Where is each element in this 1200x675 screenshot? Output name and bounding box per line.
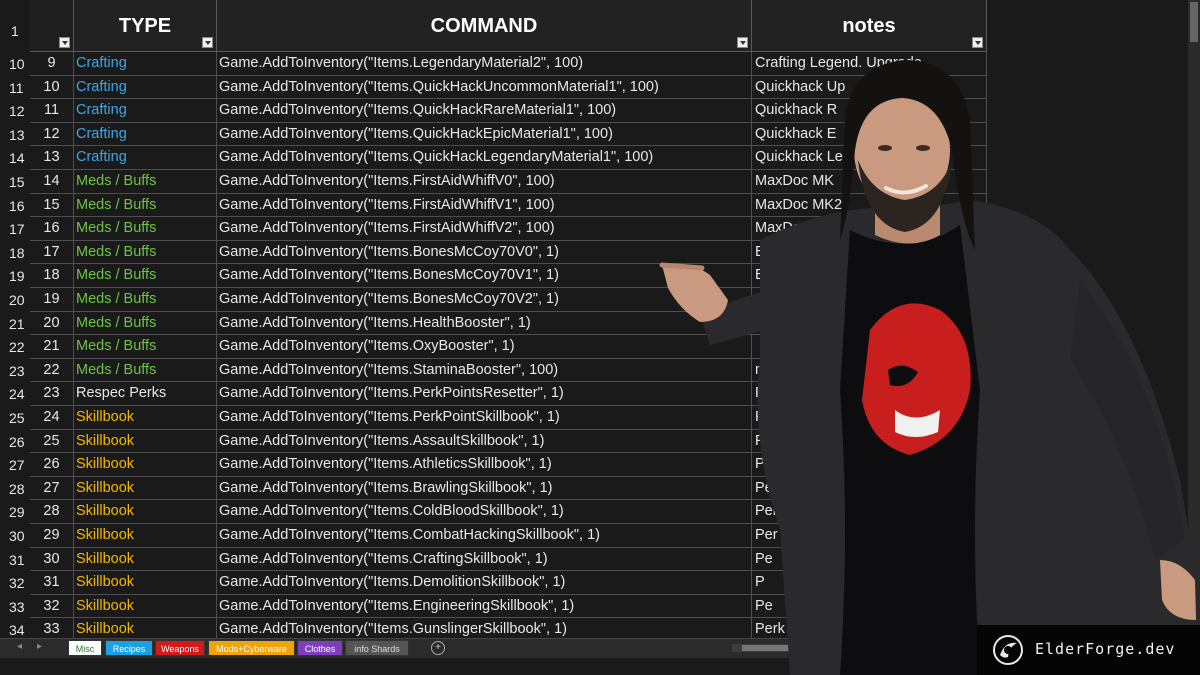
index-cell[interactable]: 17	[30, 240, 74, 265]
type-cell[interactable]: Respec Perks	[74, 382, 217, 406]
sheet-tab[interactable]: Clothes	[297, 640, 343, 656]
row-number[interactable]: 24	[0, 382, 30, 406]
row-number[interactable]: 20	[0, 288, 30, 312]
sheet-tab[interactable]: Misc	[68, 640, 102, 656]
type-cell[interactable]: Skillbook	[74, 500, 217, 524]
type-column-header[interactable]: TYPE	[74, 0, 217, 52]
type-cell[interactable]: Skillbook	[74, 429, 217, 454]
next-sheet-icon[interactable]: ▸	[37, 641, 42, 652]
row-number[interactable]: 22	[0, 335, 30, 359]
row-number[interactable]: 14	[0, 146, 30, 170]
type-cell[interactable]: Meds / Buffs	[74, 288, 217, 312]
type-cell[interactable]: Crafting	[74, 75, 217, 100]
index-cell[interactable]: 19	[30, 288, 74, 312]
type-header-label: TYPE	[118, 15, 172, 37]
index-cell[interactable]: 28	[30, 500, 74, 524]
index-cell[interactable]: 16	[30, 217, 74, 241]
type-cell[interactable]: Skillbook	[74, 547, 217, 572]
notes-header-label: notes	[842, 15, 896, 37]
watermark: ElderForge.dev	[977, 625, 1200, 675]
sheet-tab[interactable]: info Shards	[345, 640, 409, 656]
row-number[interactable]: 18	[0, 240, 30, 265]
filter-dropdown-icon[interactable]	[59, 37, 70, 48]
row-number[interactable]: 23	[0, 358, 30, 383]
index-cell[interactable]: 18	[30, 264, 74, 288]
row-number[interactable]: 27	[0, 453, 30, 477]
row-number[interactable]: 19	[0, 264, 30, 288]
row-number[interactable]: 30	[0, 524, 30, 548]
sheet-tab[interactable]: Recipes	[105, 640, 153, 656]
type-cell[interactable]: Skillbook	[74, 476, 217, 501]
watermark-text: ElderForge.dev	[1035, 640, 1176, 658]
command-column-header[interactable]: COMMAND	[217, 0, 752, 52]
index-cell[interactable]: 27	[30, 476, 74, 501]
type-cell[interactable]: Meds / Buffs	[74, 170, 217, 194]
row-number[interactable]: 33	[0, 594, 30, 619]
filter-dropdown-icon[interactable]	[972, 37, 983, 48]
row-number[interactable]: 11	[0, 75, 30, 100]
row-number[interactable]: 17	[0, 217, 30, 241]
row-number[interactable]: 28	[0, 476, 30, 501]
type-cell[interactable]: Skillbook	[74, 406, 217, 430]
index-cell[interactable]: 24	[30, 406, 74, 430]
index-cell[interactable]: 29	[30, 524, 74, 548]
type-cell[interactable]: Crafting	[74, 52, 217, 76]
row-number[interactable]: 10	[0, 52, 30, 76]
person-overlay-image	[659, 60, 1200, 675]
index-cell[interactable]: 30	[30, 547, 74, 572]
row-number[interactable]: 31	[0, 547, 30, 572]
row-number[interactable]: 12	[0, 99, 30, 123]
row-number[interactable]: 16	[0, 193, 30, 218]
sheet-tab[interactable]: Mods+Cyberware	[208, 640, 295, 656]
index-cell[interactable]: 22	[30, 358, 74, 383]
row-number[interactable]: 32	[0, 571, 30, 595]
sheet-tab[interactable]: Weapons	[155, 640, 205, 656]
type-cell[interactable]: Skillbook	[74, 571, 217, 595]
type-cell[interactable]: Meds / Buffs	[74, 193, 217, 218]
type-cell[interactable]: Meds / Buffs	[74, 358, 217, 383]
index-cell[interactable]: 14	[30, 170, 74, 194]
index-cell[interactable]: 11	[30, 99, 74, 123]
type-cell[interactable]: Meds / Buffs	[74, 240, 217, 265]
index-cell[interactable]: 20	[30, 311, 74, 336]
type-cell[interactable]: Crafting	[74, 99, 217, 123]
type-cell[interactable]: Crafting	[74, 122, 217, 147]
type-cell[interactable]: Skillbook	[74, 453, 217, 477]
type-cell[interactable]: Meds / Buffs	[74, 264, 217, 288]
index-cell[interactable]: 10	[30, 75, 74, 100]
add-sheet-icon[interactable]: +	[431, 641, 445, 655]
elderforge-logo-icon	[993, 635, 1023, 665]
index-cell[interactable]: 31	[30, 571, 74, 595]
index-cell[interactable]: 26	[30, 453, 74, 477]
row-number[interactable]: 25	[0, 406, 30, 430]
prev-sheet-icon[interactable]: ◂	[17, 641, 22, 652]
command-header-label: COMMAND	[430, 15, 538, 37]
filter-dropdown-icon[interactable]	[737, 37, 748, 48]
index-cell[interactable]: 9	[30, 52, 74, 76]
index-cell[interactable]: 25	[30, 429, 74, 454]
index-cell[interactable]: 32	[30, 594, 74, 619]
notes-column-header[interactable]: notes	[752, 0, 987, 52]
index-column-header[interactable]	[30, 0, 74, 52]
index-cell[interactable]: 13	[30, 146, 74, 170]
row-number-header: 1	[0, 0, 30, 52]
index-cell[interactable]: 12	[30, 122, 74, 147]
type-cell[interactable]: Crafting	[74, 146, 217, 170]
index-cell[interactable]: 15	[30, 193, 74, 218]
type-cell[interactable]: Skillbook	[74, 594, 217, 619]
row-number[interactable]: 21	[0, 311, 30, 336]
index-cell[interactable]: 21	[30, 335, 74, 359]
type-cell[interactable]: Meds / Buffs	[74, 335, 217, 359]
type-cell[interactable]: Skillbook	[74, 524, 217, 548]
type-cell[interactable]: Meds / Buffs	[74, 217, 217, 241]
filter-dropdown-icon[interactable]	[202, 37, 213, 48]
scroll-thumb[interactable]	[1190, 2, 1198, 42]
type-cell[interactable]: Meds / Buffs	[74, 311, 217, 336]
row-number[interactable]: 29	[0, 500, 30, 524]
row-number[interactable]: 26	[0, 429, 30, 454]
row-number[interactable]: 15	[0, 170, 30, 194]
row-number[interactable]: 13	[0, 122, 30, 147]
index-cell[interactable]: 23	[30, 382, 74, 406]
